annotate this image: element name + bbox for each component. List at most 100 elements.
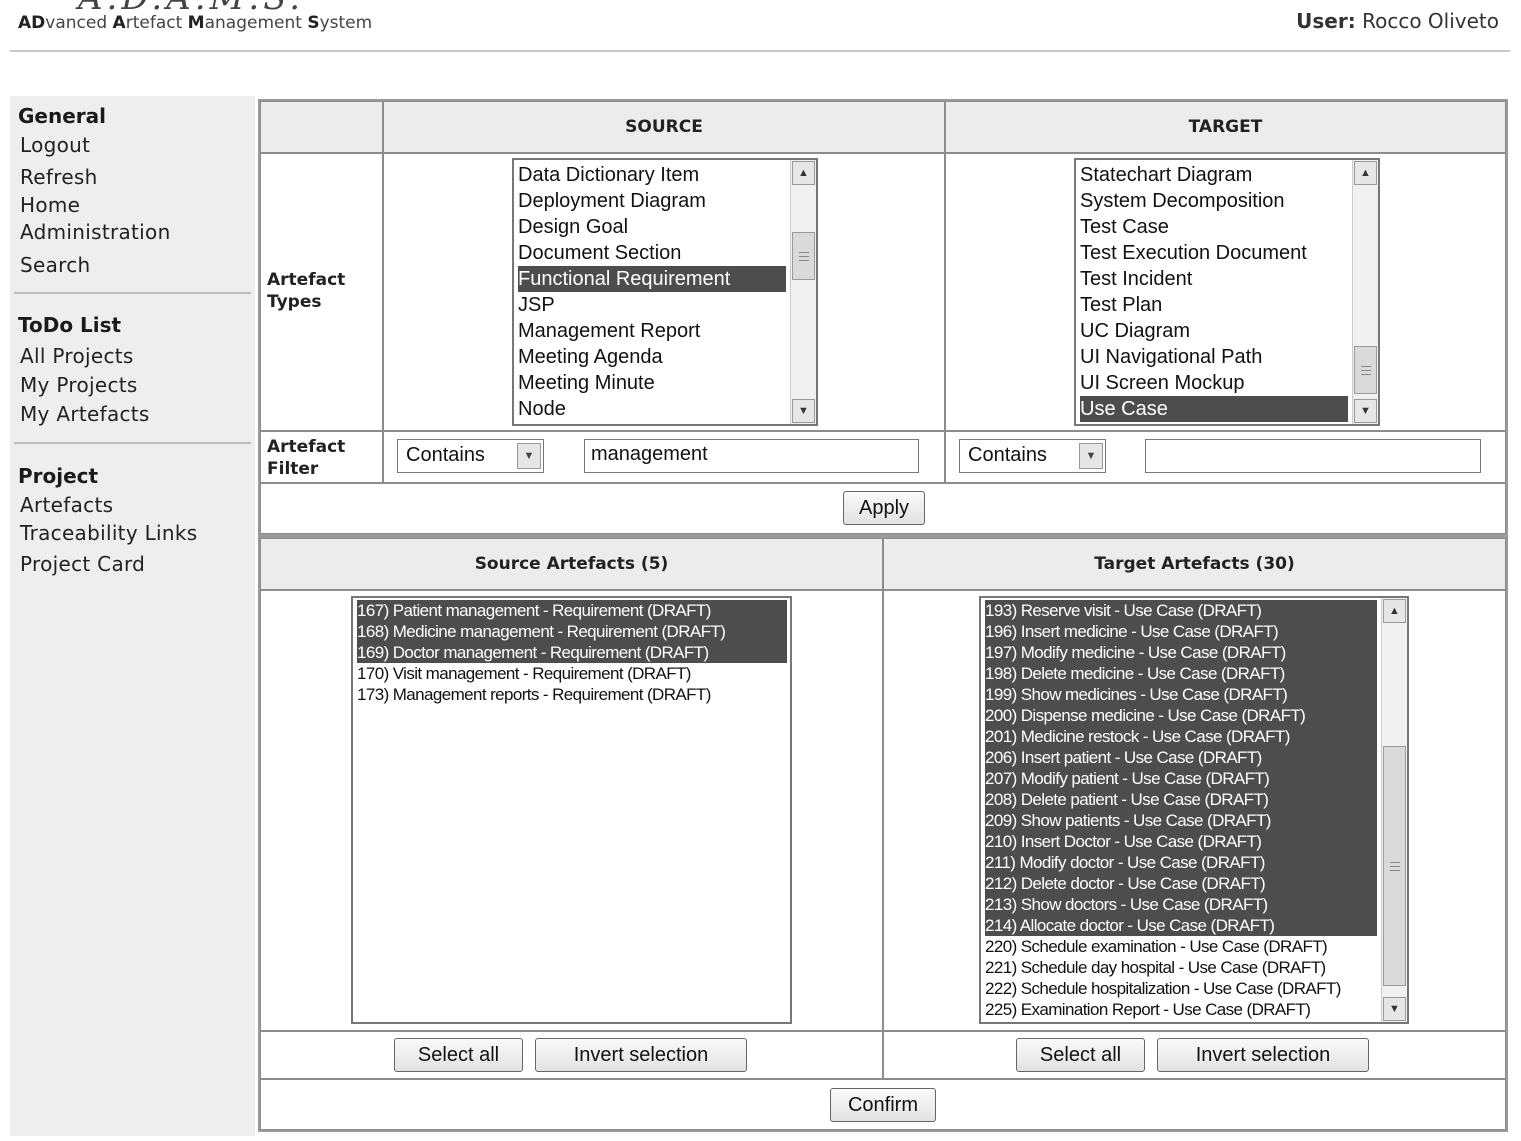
target-type-option[interactable]: Test Case: [1080, 214, 1348, 240]
source-artefacts-list[interactable]: 167) Patient management - Requirement (D…: [351, 596, 792, 1024]
target-artefact-option[interactable]: 225) Examination Report - Use Case (DRAF…: [985, 999, 1377, 1020]
apply-button[interactable]: Apply: [843, 491, 925, 525]
menu-divider: [14, 292, 251, 294]
scroll-up-icon[interactable]: ▲: [1383, 599, 1406, 623]
source-filter-input[interactable]: management: [584, 439, 919, 473]
source-column-title: SOURCE: [625, 117, 703, 137]
target-artefact-option[interactable]: 200) Dispense medicine - Use Case (DRAFT…: [985, 705, 1377, 726]
chevron-down-icon: ▼: [517, 443, 541, 469]
source-type-option[interactable]: Functional Requirement: [518, 266, 786, 292]
target-artefact-types-list[interactable]: Statechart Diagram System Decomposition Te…: [1074, 158, 1380, 426]
source-type-option[interactable]: Node: [518, 396, 786, 422]
target-type-option[interactable]: System Decomposition: [1080, 188, 1348, 214]
target-type-option[interactable]: Use Case: [1080, 396, 1348, 422]
menu-item-my-projects[interactable]: My Projects: [20, 373, 138, 397]
target-artefact-option[interactable]: 213) Show doctors - Use Case (DRAFT): [985, 894, 1377, 915]
target-artefact-option[interactable]: 222) Schedule hospitalization - Use Case…: [985, 978, 1377, 999]
target-artefact-option[interactable]: 220) Schedule examination - Use Case (DR…: [985, 936, 1377, 957]
scroll-down-icon[interactable]: ▼: [792, 399, 815, 423]
target-artefact-option[interactable]: 211) Modify doctor - Use Case (DRAFT): [985, 852, 1377, 873]
menu-heading-project: Project: [18, 464, 99, 488]
source-type-option[interactable]: Document Section: [518, 240, 786, 266]
menu-item-home[interactable]: Home: [20, 193, 80, 217]
scrollbar[interactable]: ▲ ▼: [1352, 160, 1378, 424]
menu-item-refresh[interactable]: Refresh: [20, 165, 98, 189]
user-name: Rocco Oliveto: [1362, 9, 1499, 33]
source-type-option[interactable]: JSP: [518, 292, 786, 318]
target-artefact-option[interactable]: 201) Medicine restock - Use Case (DRAFT): [985, 726, 1377, 747]
target-artefact-option[interactable]: 209) Show patients - Use Case (DRAFT): [985, 810, 1377, 831]
scroll-thumb[interactable]: [1354, 346, 1377, 394]
target-filter-cell: Contains ▼: [945, 431, 1506, 483]
source-type-option[interactable]: Design Goal: [518, 214, 786, 240]
menu-item-traceability-links[interactable]: Traceability Links: [20, 521, 198, 545]
menu-item-artefacts[interactable]: Artefacts: [20, 493, 113, 517]
grip-icon: [1360, 366, 1371, 375]
target-type-option[interactable]: UC Diagram: [1080, 318, 1348, 344]
target-artefact-option[interactable]: 210) Insert Doctor - Use Case (DRAFT): [985, 831, 1377, 852]
menu-item-administration[interactable]: Administration: [20, 220, 171, 244]
scroll-up-icon[interactable]: ▲: [792, 161, 815, 185]
scroll-down-icon[interactable]: ▼: [1383, 997, 1406, 1021]
source-type-option[interactable]: Deployment Diagram: [518, 188, 786, 214]
scroll-up-icon[interactable]: ▲: [1354, 161, 1377, 185]
target-type-option[interactable]: Statechart Diagram: [1080, 162, 1348, 188]
source-select-all-button[interactable]: Select all: [394, 1038, 523, 1072]
target-artefact-option[interactable]: 208) Delete patient - Use Case (DRAFT): [985, 789, 1377, 810]
menu-item-logout[interactable]: Logout: [20, 133, 90, 157]
source-artefact-option[interactable]: 167) Patient management - Requirement (D…: [357, 600, 787, 621]
artefact-types-label: Artefact Types: [267, 270, 346, 312]
target-artefacts-title: Target Artefacts (30): [1094, 554, 1295, 574]
source-artefacts-header: Source Artefacts (5): [260, 538, 883, 590]
scrollbar[interactable]: ▲ ▼: [790, 160, 816, 424]
source-type-option[interactable]: Meeting Agenda: [518, 344, 786, 370]
target-artefacts-list[interactable]: 193) Reserve visit - Use Case (DRAFT) 196…: [979, 596, 1409, 1024]
header-divider: [10, 50, 1510, 52]
target-type-option[interactable]: UI Screen Mockup: [1080, 370, 1348, 396]
target-type-option[interactable]: Test Incident: [1080, 266, 1348, 292]
target-artefact-option[interactable]: 214) Allocate doctor - Use Case (DRAFT): [985, 915, 1377, 936]
scroll-thumb[interactable]: [1383, 746, 1406, 986]
target-artefact-option[interactable]: 199) Show medicines - Use Case (DRAFT): [985, 684, 1377, 705]
target-artefact-option[interactable]: 196) Insert medicine - Use Case (DRAFT): [985, 621, 1377, 642]
source-artefact-option[interactable]: 173) Management reports - Requirement (D…: [357, 684, 787, 705]
source-artefact-types-list[interactable]: Data Dictionary Item Deployment Diagram De…: [512, 158, 818, 426]
confirm-cell: Confirm: [260, 1079, 1506, 1130]
menu-item-all-projects[interactable]: All Projects: [20, 344, 134, 368]
apply-cell: Apply: [260, 483, 1506, 534]
confirm-button[interactable]: Confirm: [830, 1088, 936, 1122]
target-type-option[interactable]: Test Plan: [1080, 292, 1348, 318]
menu-item-project-card[interactable]: Project Card: [20, 552, 145, 576]
menu-heading-todo: ToDo List: [18, 313, 122, 337]
target-artefact-option[interactable]: 197) Modify medicine - Use Case (DRAFT): [985, 642, 1377, 663]
target-filter-operator[interactable]: Contains ▼: [959, 439, 1106, 473]
target-select-all-button[interactable]: Select all: [1016, 1038, 1145, 1072]
scrollbar[interactable]: ▲ ▼: [1381, 598, 1407, 1022]
target-artefact-option[interactable]: 193) Reserve visit - Use Case (DRAFT): [985, 600, 1377, 621]
source-artefact-option[interactable]: 169) Doctor management - Requirement (DR…: [357, 642, 787, 663]
target-artefact-option[interactable]: 221) Schedule day hospital - Use Case (D…: [985, 957, 1377, 978]
target-artefact-option[interactable]: 212) Delete doctor - Use Case (DRAFT): [985, 873, 1377, 894]
source-artefact-option[interactable]: 170) Visit management - Requirement (DRA…: [357, 663, 787, 684]
source-header-cell: SOURCE: [383, 101, 945, 153]
grip-icon: [1389, 862, 1400, 871]
target-filter-input[interactable]: [1145, 439, 1481, 473]
source-filter-operator[interactable]: Contains ▼: [397, 439, 544, 473]
scroll-thumb[interactable]: [792, 232, 815, 280]
source-type-option[interactable]: Management Report: [518, 318, 786, 344]
target-invert-selection-button[interactable]: Invert selection: [1157, 1038, 1369, 1072]
source-artefact-option[interactable]: 168) Medicine management - Requirement (…: [357, 621, 787, 642]
source-type-option[interactable]: Data Dictionary Item: [518, 162, 786, 188]
source-types-cell: Data Dictionary Item Deployment Diagram De…: [383, 153, 945, 431]
source-invert-selection-button[interactable]: Invert selection: [535, 1038, 747, 1072]
scroll-down-icon[interactable]: ▼: [1354, 399, 1377, 423]
target-artefact-option[interactable]: 207) Modify patient - Use Case (DRAFT): [985, 768, 1377, 789]
target-artefact-option[interactable]: 206) Insert patient - Use Case (DRAFT): [985, 747, 1377, 768]
source-type-option[interactable]: Meeting Minute: [518, 370, 786, 396]
menu-divider: [14, 442, 251, 444]
menu-item-my-artefacts[interactable]: My Artefacts: [20, 402, 150, 426]
menu-item-search[interactable]: Search: [20, 253, 91, 277]
target-type-option[interactable]: UI Navigational Path: [1080, 344, 1348, 370]
target-type-option[interactable]: Test Execution Document: [1080, 240, 1348, 266]
target-artefact-option[interactable]: 198) Delete medicine - Use Case (DRAFT): [985, 663, 1377, 684]
